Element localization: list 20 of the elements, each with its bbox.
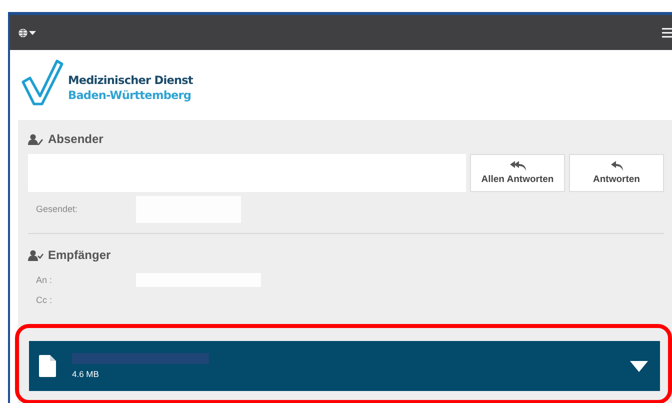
file-icon	[39, 355, 56, 377]
reply-button[interactable]: Antworten	[569, 154, 664, 192]
reply-button[interactable]: Allen Antworten	[470, 154, 565, 192]
user-edit-icon	[28, 134, 44, 144]
menu-icon[interactable]	[662, 27, 672, 38]
file-size: 4.6 MB	[72, 369, 100, 379]
reply-all-icon	[510, 161, 526, 171]
reply-icon	[610, 161, 622, 171]
section-title: Absender	[48, 132, 104, 146]
language-menu[interactable]	[18, 28, 38, 38]
logo-subtitle: Baden-Württemberg	[68, 88, 192, 103]
field-label: An :	[36, 275, 54, 285]
logo-title: Medizinischer Dienst	[68, 73, 193, 88]
section-title: Empfänger	[48, 248, 111, 262]
checkmark-logo-icon	[20, 59, 64, 107]
attachment-bar[interactable]: 4.6 MB	[29, 341, 660, 391]
field-label: Cc :	[36, 295, 54, 305]
caret-down-icon[interactable]	[630, 360, 648, 372]
user-check-icon	[28, 250, 44, 260]
field-label: Gesendet:	[36, 204, 79, 214]
